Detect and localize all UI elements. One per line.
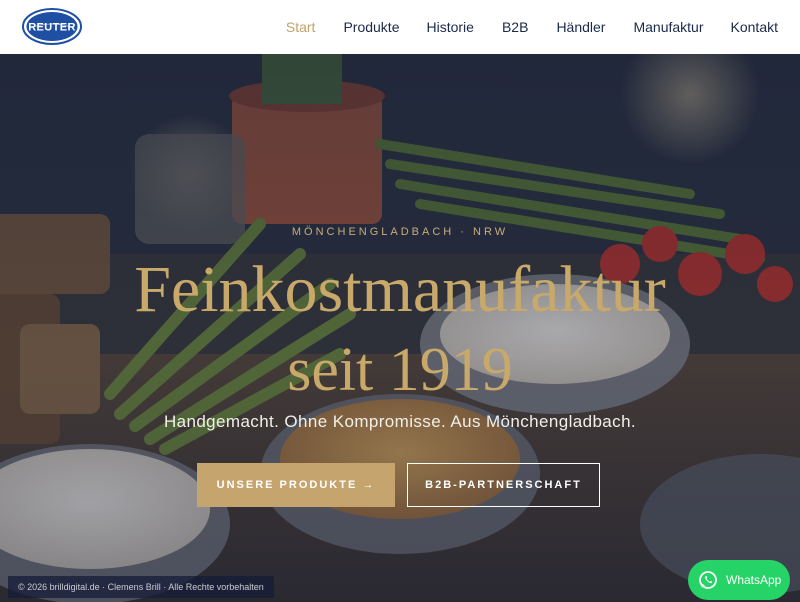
hero-subtitle: Handgemacht. Ohne Kompromisse. Aus Mönch… — [163, 412, 637, 431]
nav-item-haendler[interactable]: Händler — [556, 19, 605, 35]
site-header: REUTER Start Produkte Historie B2B Händl… — [0, 0, 800, 54]
b2b-partnership-button[interactable]: B2B-PARTNERSCHAFT — [407, 463, 600, 507]
nav-item-manufaktur[interactable]: Manufaktur — [633, 19, 703, 35]
hero-section: MÖNCHENGLADBACH · NRW Feinkostmanufaktur… — [0, 54, 800, 602]
whatsapp-icon — [699, 571, 717, 589]
reuter-logo[interactable]: REUTER — [22, 8, 82, 45]
nav-item-historie[interactable]: Historie — [427, 19, 474, 35]
svg-text:REUTER: REUTER — [28, 22, 76, 34]
nav-item-start[interactable]: Start — [286, 19, 316, 35]
nav-item-b2b[interactable]: B2B — [502, 19, 528, 35]
hero-title-line-2: seit 1919 — [287, 336, 513, 404]
whatsapp-label: WhatsApp — [726, 573, 782, 587]
hero-title-line-1: Feinkostmanufaktur — [134, 253, 666, 326]
copyright-notice: © 2026 brilldigital.de · Clemens Brill ·… — [8, 576, 274, 598]
nav-item-produkte[interactable]: Produkte — [343, 19, 399, 35]
hero-title: Feinkostmanufaktur seit 1919 — [0, 250, 800, 410]
products-button[interactable]: UNSERE PRODUKTE → — [197, 463, 395, 507]
whatsapp-button[interactable]: WhatsApp — [688, 560, 790, 600]
nav-item-kontakt[interactable]: Kontakt — [731, 19, 778, 35]
hero-kicker: MÖNCHENGLADBACH · NRW — [291, 226, 509, 238]
main-nav: Start Produkte Historie B2B Händler Manu… — [286, 0, 800, 54]
